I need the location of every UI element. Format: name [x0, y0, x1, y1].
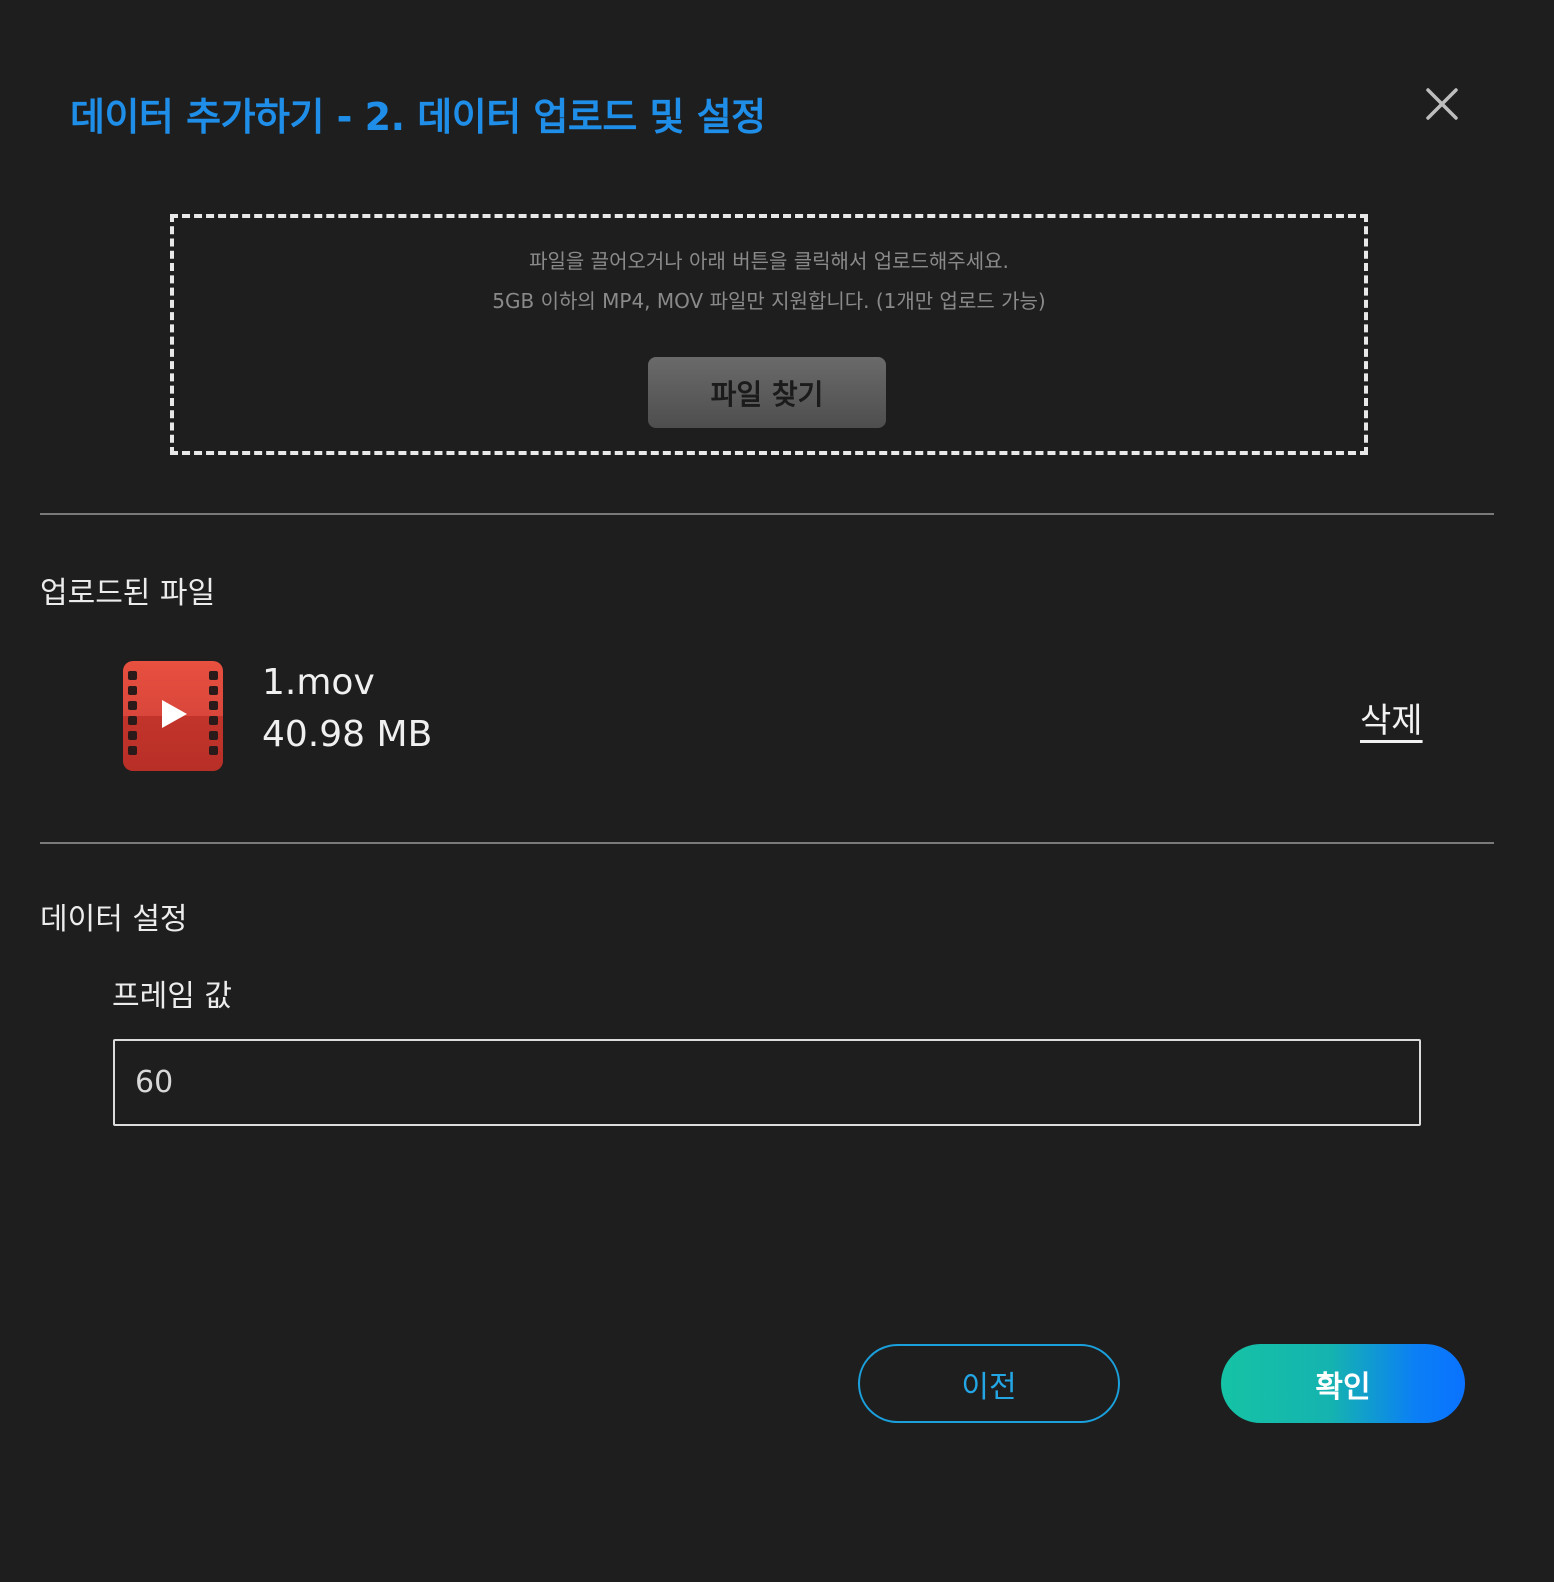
dropzone-instruction: 파일을 끌어오거나 아래 버튼을 클릭해서 업로드해주세요.: [529, 249, 1009, 273]
uploaded-file-name: 1.mov: [262, 662, 375, 703]
uploaded-file-size: 40.98 MB: [262, 714, 433, 755]
data-settings-heading: 데이터 설정: [40, 902, 188, 937]
video-file-icon: [123, 661, 223, 771]
previous-button[interactable]: 이전: [858, 1344, 1120, 1423]
divider: [40, 513, 1494, 515]
file-dropzone[interactable]: 파일을 끌어오거나 아래 버튼을 클릭해서 업로드해주세요. 5GB 이하의 M…: [170, 214, 1368, 455]
delete-file-link[interactable]: 삭제: [1360, 693, 1423, 742]
dialog-title: 데이터 추가하기 - 2. 데이터 업로드 및 설정: [70, 95, 766, 139]
close-icon: [1426, 88, 1458, 120]
frame-value-input[interactable]: [113, 1039, 1421, 1126]
find-file-button[interactable]: 파일 찾기: [648, 357, 886, 428]
uploaded-files-heading: 업로드된 파일: [40, 576, 216, 611]
frame-value-label: 프레임 값: [112, 979, 232, 1014]
confirm-button[interactable]: 확인: [1221, 1344, 1465, 1423]
divider: [40, 842, 1494, 844]
close-button[interactable]: [1420, 82, 1464, 126]
dropzone-constraints: 5GB 이하의 MP4, MOV 파일만 지원합니다. (1개만 업로드 가능): [492, 289, 1046, 313]
add-data-dialog: 데이터 추가하기 - 2. 데이터 업로드 및 설정 파일을 끌어오거나 아래 …: [0, 0, 1554, 1582]
